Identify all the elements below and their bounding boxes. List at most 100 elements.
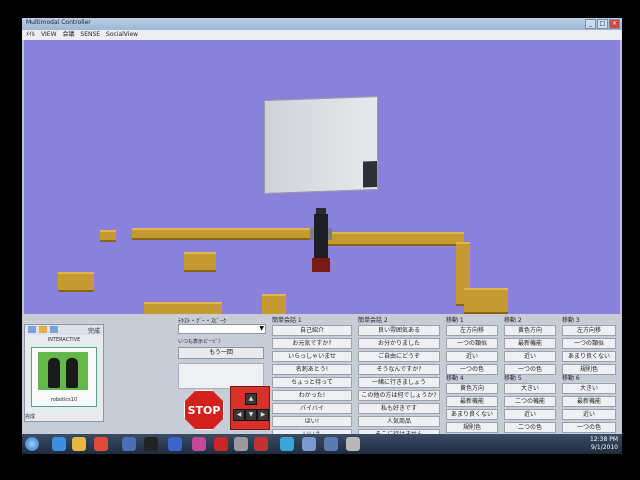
- move-button[interactable]: 一つの色: [562, 422, 616, 433]
- phrase-button[interactable]: お分かりました: [358, 338, 440, 349]
- menu-item-view[interactable]: VIEW: [41, 30, 57, 40]
- tool-icon[interactable]: [234, 437, 248, 451]
- repeat-button[interactable]: もう一回: [178, 347, 264, 359]
- program-icon[interactable]: [346, 437, 360, 451]
- move-group-1: 移動 1 左方向移 一つの類似 近い 一つの色: [446, 316, 498, 377]
- move-group-4: 移動 4 黄色方向 最新機能 あまり良くない 規則色: [446, 374, 498, 435]
- network-icon[interactable]: [324, 437, 338, 451]
- stop-sign-icon: STOP: [184, 390, 224, 430]
- view-icon[interactable]: [50, 326, 58, 333]
- move-button[interactable]: 二つの機能: [504, 396, 556, 407]
- move-button[interactable]: 左方向移: [562, 325, 616, 336]
- app-icon[interactable]: [192, 437, 206, 451]
- start-icon[interactable]: [25, 437, 39, 451]
- move-button[interactable]: 黄色方向: [504, 325, 556, 336]
- minimize-button[interactable]: _: [585, 19, 596, 29]
- phrase-button[interactable]: ご自由にどうぞ: [358, 351, 440, 362]
- maze-wall: [262, 294, 286, 314]
- phrase-button[interactable]: 名刺あとう!: [272, 364, 352, 375]
- terminal-icon[interactable]: [144, 437, 158, 451]
- move-button[interactable]: 最新機能: [562, 396, 616, 407]
- person-icon: [48, 358, 60, 388]
- window-icon[interactable]: [302, 437, 316, 451]
- back-icon[interactable]: [28, 326, 36, 333]
- 3d-viewport[interactable]: [24, 40, 620, 314]
- move-button[interactable]: 一つの類似: [446, 338, 498, 349]
- globe-icon[interactable]: [168, 437, 182, 451]
- menu-item-socialview[interactable]: SocialView: [106, 30, 138, 40]
- menu-item-meeting[interactable]: 会議: [62, 30, 74, 40]
- phrase-button[interactable]: バイバイ: [272, 403, 352, 414]
- move-button[interactable]: 近い: [504, 351, 556, 362]
- taskbar: 12:38 PM 9/1/2010: [22, 434, 622, 454]
- chevron-down-icon: ▼: [259, 325, 264, 332]
- phrase-button[interactable]: 私も好きです: [358, 403, 440, 414]
- move-button[interactable]: あまり良くない: [446, 409, 498, 420]
- move-button[interactable]: 近い: [562, 409, 616, 420]
- phrase-button[interactable]: そうなんですか?: [358, 364, 440, 375]
- phrase-button[interactable]: お元気ですか?: [272, 338, 352, 349]
- file-toolbar-label: 完成: [87, 328, 100, 335]
- move-button[interactable]: あまり良くない: [562, 351, 616, 362]
- maze-wall: [132, 228, 312, 240]
- menu-item-sense[interactable]: SENSE: [80, 30, 100, 40]
- menu-item-mail[interactable]: ﾒｲﾙ: [26, 30, 35, 40]
- menu-bar: ﾒｲﾙ VIEW 会議 SENSE SocialView: [22, 30, 622, 40]
- chrome-icon[interactable]: [94, 437, 108, 451]
- move-group-5: 移動 5 大きい 二つの機能 近い 二つの色: [504, 374, 556, 435]
- arrow-down-key[interactable]: ▼: [245, 409, 257, 421]
- file-thumbnail[interactable]: robotics10: [31, 347, 97, 407]
- group-title: 簡単会話 2: [358, 317, 388, 324]
- stop-button[interactable]: STOP: [184, 390, 224, 430]
- ie-icon[interactable]: [52, 437, 66, 451]
- phrase-button[interactable]: 良い雰囲気ある: [358, 325, 440, 336]
- speech-group-1: 簡単会話 1 自己紹介 お元気ですか? いらっしゃいませ 名刺あとう! ちょっと…: [272, 316, 352, 442]
- folder-icon[interactable]: [39, 326, 47, 333]
- move-button[interactable]: 二つの色: [504, 422, 556, 433]
- file-toolbar: 完成: [25, 325, 103, 335]
- phrase-button[interactable]: はい!: [272, 416, 352, 427]
- window-controls: _ □ ×: [585, 19, 620, 29]
- media-icon[interactable]: [122, 437, 136, 451]
- maze-wall: [464, 288, 508, 314]
- move-button[interactable]: 一つの類似: [562, 338, 616, 349]
- filezilla-icon[interactable]: [214, 437, 228, 451]
- robot-arm-right: [328, 228, 332, 240]
- group-title: 移動 2: [504, 317, 522, 324]
- phrase-button[interactable]: わかった!: [272, 390, 352, 401]
- move-button[interactable]: 規則色: [446, 422, 498, 433]
- phrase-button[interactable]: いらっしゃいませ: [272, 351, 352, 362]
- move-button[interactable]: 近い: [446, 351, 498, 362]
- clock-date: 9/1/2010: [591, 444, 618, 451]
- arrow-left-key[interactable]: ◀: [233, 409, 245, 421]
- close-button[interactable]: ×: [609, 19, 620, 29]
- group-title: 簡単会話 1: [272, 317, 302, 324]
- arrow-up-key[interactable]: ▲: [245, 393, 257, 405]
- phrase-button[interactable]: 自己紹介: [272, 325, 352, 336]
- phrase-button[interactable]: 一緒に行きましょう: [358, 377, 440, 388]
- phrase-button[interactable]: ちょっと待って: [272, 377, 352, 388]
- move-button[interactable]: 大きい: [562, 383, 616, 394]
- vs-icon[interactable]: [254, 437, 268, 451]
- system-clock[interactable]: 12:38 PM 9/1/2010: [590, 436, 618, 452]
- group-title: 移動 5: [504, 375, 522, 382]
- speech-group-2: 簡単会話 2 良い雰囲気ある お分かりました ご自由にどうぞ そうなんですか? …: [358, 316, 440, 442]
- phrase-button[interactable]: 人気商品: [358, 416, 440, 427]
- move-button[interactable]: 大きい: [504, 383, 556, 394]
- move-button[interactable]: 近い: [504, 409, 556, 420]
- maze-wall: [184, 252, 216, 272]
- clock-time: 12:38 PM: [590, 436, 618, 443]
- robot-model: [310, 208, 332, 274]
- move-button[interactable]: 黄色方向: [446, 383, 498, 394]
- interactive-label: INTERACTIVE: [47, 337, 81, 343]
- move-button[interactable]: 最新機能: [446, 396, 498, 407]
- arrow-right-key[interactable]: ▶: [257, 409, 269, 421]
- paint-icon[interactable]: [280, 437, 294, 451]
- move-button[interactable]: 左方向移: [446, 325, 498, 336]
- move-button[interactable]: 最新機能: [504, 338, 556, 349]
- text-speak-dropdown[interactable]: ▼: [178, 324, 266, 334]
- whiteboard-door: [363, 161, 377, 188]
- explorer-icon[interactable]: [72, 437, 86, 451]
- phrase-button[interactable]: この他の方は何でしょうか?: [358, 390, 440, 401]
- maximize-button[interactable]: □: [597, 19, 608, 29]
